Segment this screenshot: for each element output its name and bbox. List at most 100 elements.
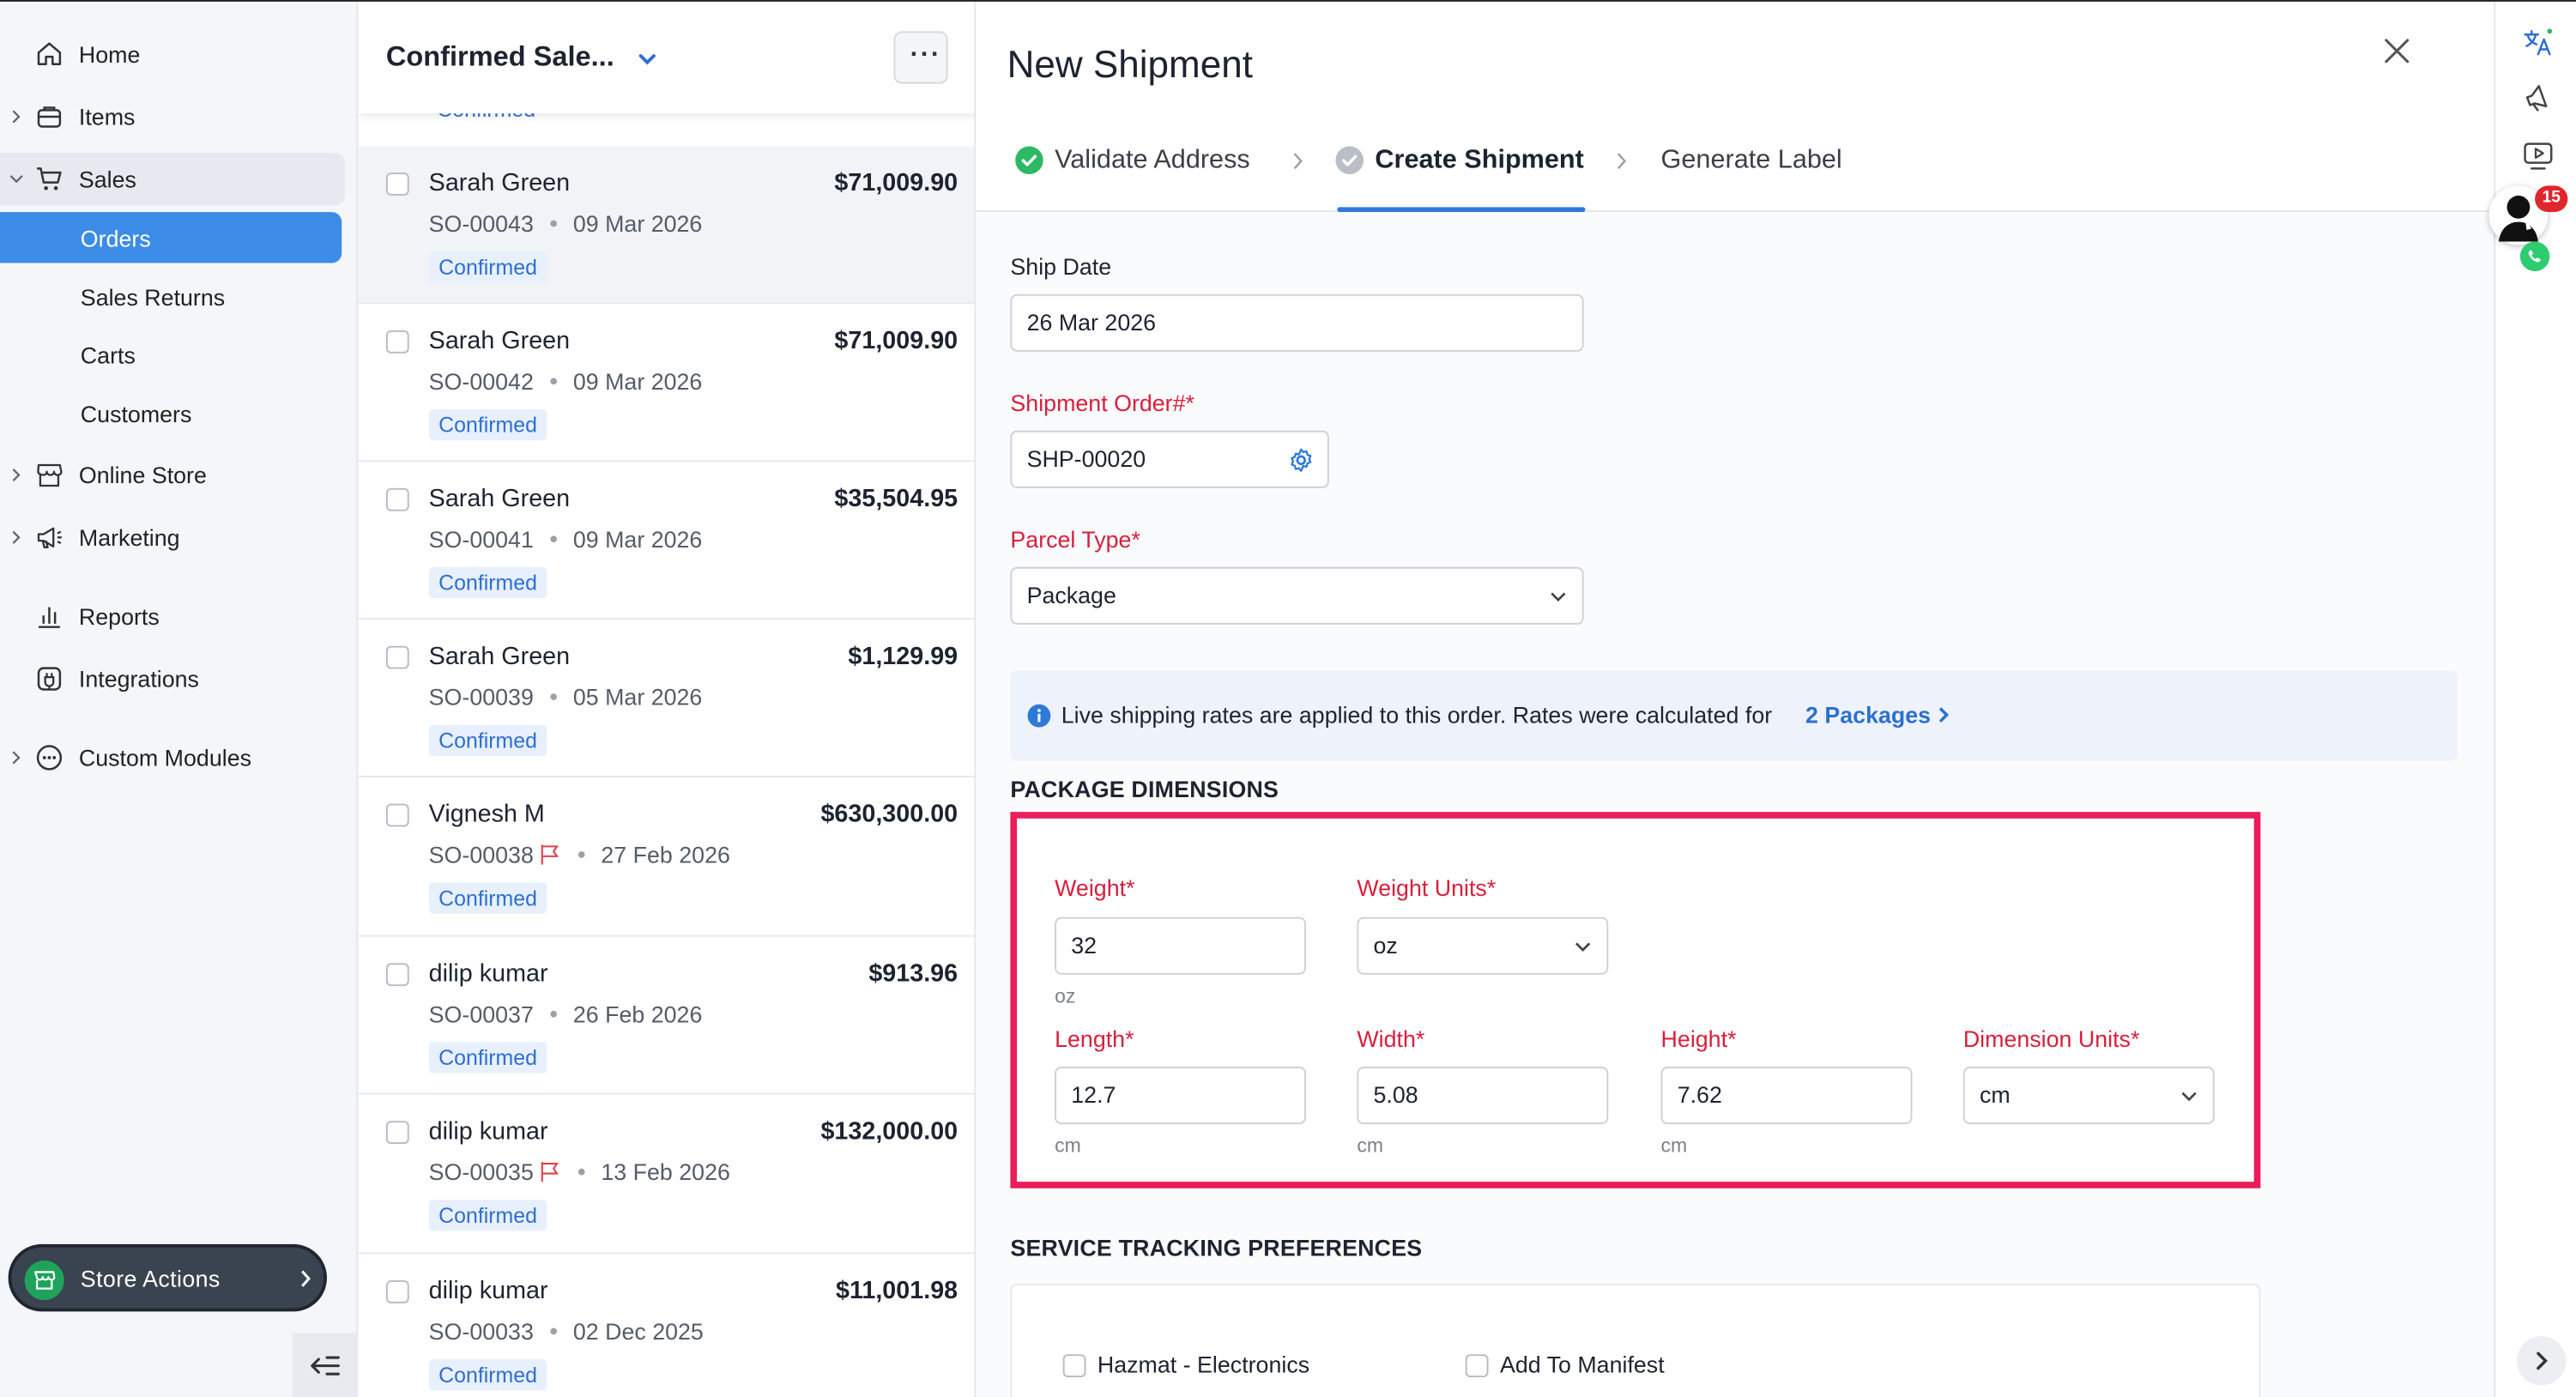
right-rail: 15 (2488, 1, 2576, 1397)
status-badge: Confirmed (428, 1358, 547, 1391)
length-unit-hint: cm (1055, 1134, 1081, 1158)
sidebar-item-customers[interactable]: Customers (0, 388, 345, 440)
parcel-type-label: Parcel Type* (1010, 525, 1140, 553)
notification-count-badge: 15 (2535, 185, 2568, 213)
height-input[interactable]: 7.62 (1660, 1067, 1913, 1125)
whatsapp-icon[interactable] (2519, 241, 2550, 272)
check-circle-icon (1015, 146, 1043, 175)
sidebar-item-online-store[interactable]: Online Store (0, 449, 345, 501)
add-to-manifest-checkbox[interactable] (1465, 1354, 1489, 1378)
page-title: New Shipment (1007, 42, 1253, 86)
sidebar-item-sales-returns[interactable]: Sales Returns (0, 271, 345, 324)
flag-icon (541, 1162, 559, 1182)
table-row[interactable]: Sarah Green $71,009.90 SO-00043 09 Mar 20… (358, 146, 975, 305)
sidebar-item-sales[interactable]: Sales (0, 153, 346, 206)
order-number: SO-00038 (428, 841, 534, 868)
sidebar-item-items[interactable]: Items (0, 90, 345, 142)
dimension-units-label: Dimension Units* (1962, 1025, 2140, 1052)
chevron-down-icon (1551, 592, 1566, 602)
expand-rail-button[interactable] (2517, 1336, 2567, 1386)
row-checkbox[interactable] (385, 172, 409, 196)
weight-input[interactable]: 32 (1055, 916, 1307, 975)
collapse-icon (311, 1356, 340, 1376)
gear-icon[interactable] (1288, 447, 1315, 474)
collapse-sidebar-button[interactable] (292, 1333, 359, 1397)
table-row[interactable]: Vignesh M $630,300.00 SO-00038 27 Feb 202… (358, 777, 975, 937)
table-row[interactable]: Sarah Green $71,009.90 SO-00042 09 Mar 20… (358, 304, 975, 463)
service-tracking-title: SERVICE TRACKING PREFERENCES (1010, 1234, 1423, 1261)
shipment-order-label: Shipment Order#* (1010, 389, 1194, 416)
shipment-order-value: SHP-00020 (1026, 445, 1146, 472)
order-number: SO-00041 (428, 525, 534, 553)
close-icon[interactable] (2384, 38, 2410, 64)
sidebar-item-label: Integrations (78, 665, 199, 692)
check-circle-icon (1335, 146, 1364, 175)
sidebar-item-carts[interactable]: Carts (0, 329, 345, 381)
row-checkbox[interactable] (385, 803, 409, 827)
chevron-right-icon[interactable] (1937, 707, 1950, 723)
ship-date-input[interactable]: 26 Mar 2026 (1010, 293, 1584, 352)
row-checkbox[interactable] (385, 963, 409, 987)
step-generate-label[interactable]: Generate Label (1661, 146, 1842, 175)
chevron-right-icon (1617, 153, 1627, 170)
sidebar-item-custom-modules[interactable]: Custom Modules (0, 731, 345, 783)
chevron-down-icon[interactable] (636, 48, 659, 71)
announcement-icon[interactable] (2522, 82, 2555, 115)
more-options-button[interactable]: ··· (893, 31, 948, 84)
sidebar-item-label: Marketing (78, 523, 180, 551)
order-date: 02 Dec 2025 (572, 1318, 704, 1345)
status-badge: Confirmed (428, 1042, 547, 1073)
orders-list-panel: Confirmed Confirmed Sale... ··· Sarah Gr… (358, 1, 977, 1397)
table-row[interactable]: dilip kumar $11,001.98 SO-00033 02 Dec 20… (358, 1254, 975, 1397)
row-checkbox[interactable] (385, 645, 409, 669)
row-checkbox[interactable] (385, 330, 409, 354)
sidebar-item-label: Online Store (78, 462, 207, 488)
length-input[interactable]: 12.7 (1055, 1067, 1307, 1125)
sidebar-item-label: Reports (78, 602, 160, 630)
sidebar-item-integrations[interactable]: Integrations (0, 652, 345, 705)
row-checkbox[interactable] (385, 1280, 409, 1303)
status-badge: Confirmed (428, 882, 547, 914)
status-badge: Confirmed (428, 566, 547, 599)
chevron-right-icon (12, 110, 21, 124)
list-view-title[interactable]: Confirmed Sale... (386, 41, 614, 74)
height-label: Height* (1660, 1025, 1737, 1052)
packages-link[interactable]: 2 Packages (1805, 702, 1931, 729)
order-date: 26 Feb 2026 (572, 1001, 703, 1028)
add-to-manifest-label: Add To Manifest (1499, 1351, 1665, 1378)
step-validate-address[interactable]: Validate Address (1055, 146, 1250, 175)
step-create-shipment[interactable]: Create Shipment (1375, 146, 1583, 175)
customer-name: Sarah Green (428, 169, 571, 197)
order-meta: SO-00037 26 Feb 2026 (429, 1001, 703, 1027)
package-dimensions-box: Weight* 32 oz Weight Units* oz Length* 1… (1010, 812, 2261, 1188)
sidebar-item-label: Sales (78, 166, 136, 193)
parcel-type-select[interactable]: Package (1010, 566, 1584, 625)
table-row[interactable]: dilip kumar $132,000.00 SO-00035 13 Feb 2… (358, 1094, 975, 1255)
sidebar-item-home[interactable]: Home (0, 28, 345, 81)
table-row[interactable]: dilip kumar $913.96 SO-00037 26 Feb 2026 … (358, 936, 975, 1095)
sidebar-item-marketing[interactable]: Marketing (0, 511, 345, 564)
width-input[interactable]: 5.08 (1357, 1067, 1609, 1125)
package-dimensions-title: PACKAGE DIMENSIONS (1010, 776, 1279, 802)
hazmat-checkbox[interactable] (1062, 1354, 1086, 1378)
cart-icon (37, 167, 62, 190)
home-icon (37, 42, 62, 65)
order-date: 09 Mar 2026 (572, 525, 703, 553)
dimension-units-select[interactable]: cm (1962, 1067, 2215, 1125)
table-row[interactable]: Sarah Green $35,504.95 SO-00041 09 Mar 20… (358, 462, 975, 620)
integrations-icon (37, 667, 62, 691)
weight-units-select[interactable]: oz (1357, 916, 1609, 975)
sidebar-item-reports[interactable]: Reports (0, 590, 345, 643)
table-row[interactable]: Sarah Green $1,129.99 SO-00039 05 Mar 202… (358, 620, 975, 777)
order-meta: SO-00035 13 Feb 2026 (429, 1158, 730, 1185)
row-checkbox[interactable] (385, 487, 409, 511)
store-actions-button[interactable]: Store Actions (8, 1243, 327, 1312)
sidebar-item-label: Customers (80, 401, 192, 427)
translate-icon[interactable] (2522, 27, 2555, 59)
row-checkbox[interactable] (385, 1121, 409, 1145)
weight-units-label: Weight Units* (1357, 874, 1497, 901)
video-tutorial-icon[interactable] (2522, 140, 2555, 172)
shipment-order-input[interactable]: SHP-00020 (1010, 430, 1329, 488)
sidebar-item-orders[interactable]: Orders (0, 212, 342, 263)
order-date: 09 Mar 2026 (572, 368, 703, 395)
